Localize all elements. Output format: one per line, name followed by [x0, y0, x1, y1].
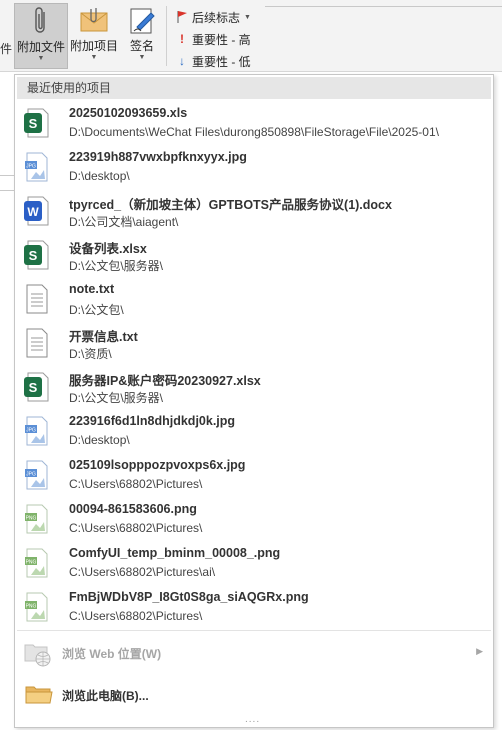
svg-text:PNG: PNG [26, 604, 37, 610]
attach-item-label: 附加项目 [69, 39, 118, 53]
recent-item-name: note.txt [69, 282, 115, 296]
svg-text:W: W [27, 205, 39, 219]
followup-button[interactable]: 后续标志 ▼ [172, 6, 251, 28]
recent-item-name: 20250102093659.xls [69, 106, 188, 120]
recent-item[interactable]: JPG 025109lsopppozpvoxps6x.jpg C:\Users\… [15, 453, 493, 497]
jpg-file-icon: JPG [23, 416, 49, 446]
recent-item-name: 服务器IP&账户密码20230927.xlsx [69, 374, 261, 388]
recent-items-menu: 最近使用的项目 S 20250102093659.xls D:\Document… [14, 74, 494, 728]
svg-text:S: S [29, 116, 38, 131]
recent-item-name: 223916f6d1ln8dhjdkdj0k.jpg [69, 414, 236, 428]
recent-item[interactable]: PNG ComfyUI_temp_bminm_00008_.png C:\Use… [15, 541, 493, 585]
recent-item-path: D:\desktop\ [69, 169, 130, 183]
recent-item[interactable]: S 服务器IP&账户密码20230927.xlsx D:\公文包\服务器\ [15, 365, 493, 409]
svg-text:PNG: PNG [26, 560, 37, 566]
recent-item[interactable]: JPG 223916f6d1ln8dhjdkdj0k.jpg D:\deskto… [15, 409, 493, 453]
importance-low-label: 重要性 - 低 [192, 54, 251, 69]
recent-item[interactable]: S 设备列表.xlsx D:\公文包\服务器\ [15, 233, 493, 277]
importance-low-button[interactable]: ↓ 重要性 - 低 [172, 50, 251, 72]
exclamation-icon: ! [180, 32, 184, 46]
paperclip-icon [31, 4, 51, 38]
recent-item-path: D:\公文包\服务器\ [69, 391, 164, 405]
recent-item-name: 设备列表.xlsx [69, 242, 147, 256]
word-file-icon: W [23, 196, 49, 226]
svg-text:JPG: JPG [26, 164, 36, 170]
attach-item-button[interactable]: 附加项目 ▼ [68, 3, 120, 69]
ribbon: 件 附加文件 ▼ 附加项目 ▼ 签名 ▼ 后续标志 ▼ ! 重要性 - 高 ↓ … [0, 0, 502, 72]
text-file-icon [23, 328, 49, 358]
down-arrow-icon: ↓ [179, 54, 185, 68]
jpg-file-icon: JPG [23, 152, 49, 182]
svg-text:JPG: JPG [26, 472, 36, 478]
chevron-down-icon: ▼ [90, 54, 98, 61]
excel-file-icon: S [23, 108, 49, 138]
text-file-icon [23, 284, 49, 314]
flag-icon [172, 10, 192, 24]
svg-text:PNG: PNG [26, 516, 37, 522]
signature-pen-icon [127, 3, 157, 37]
excel-file-icon: S [23, 372, 49, 402]
recent-item-path: C:\Users\68802\Pictures\ [69, 477, 203, 491]
excel-file-icon: S [23, 240, 49, 270]
recent-item-name: 开票信息.txt [69, 330, 138, 344]
recent-items-list: S 20250102093659.xls D:\Documents\WeChat… [15, 101, 493, 629]
recent-item-path: D:\资质\ [69, 347, 112, 361]
recent-item-name: tpyrced_（新加坡主体）GPTBOTS产品服务协议(1).docx [69, 198, 392, 212]
jpg-file-icon: JPG [23, 460, 49, 490]
recent-item-name: FmBjWDbV8P_I8Gt0S8ga_siAQGRx.png [69, 590, 309, 604]
recent-item-path: C:\Users\68802\Pictures\ai\ [69, 565, 216, 579]
divider [0, 175, 14, 176]
recent-item-path: D:\Documents\WeChat Files\durong850898\F… [69, 125, 439, 139]
browse-this-pc-label: 浏览此电脑(B)... [62, 689, 149, 703]
importance-high-button[interactable]: ! 重要性 - 高 [172, 28, 251, 50]
web-folder-icon [23, 639, 55, 667]
recent-item[interactable]: PNG 00094-861583606.png C:\Users\68802\P… [15, 497, 493, 541]
divider [265, 6, 502, 7]
attach-file-button[interactable]: 附加文件 ▼ [14, 3, 68, 69]
browse-this-pc-item[interactable]: 浏览此电脑(B)... [15, 675, 493, 715]
recent-item-path: D:\desktop\ [69, 433, 130, 447]
folder-icon [23, 681, 55, 709]
divider [17, 630, 491, 631]
chevron-down-icon: ▼ [244, 13, 251, 21]
recent-item-path: D:\公司文档\aiagent\ [69, 215, 179, 229]
recent-item[interactable]: W tpyrced_（新加坡主体）GPTBOTS产品服务协议(1).docx D… [15, 189, 493, 233]
signature-button[interactable]: 签名 ▼ [124, 3, 160, 69]
recent-item[interactable]: note.txt D:\公文包\ [15, 277, 493, 321]
recent-item-name: 025109lsopppozpvoxps6x.jpg [69, 458, 246, 472]
recent-item-name: ComfyUI_temp_bminm_00008_.png [69, 546, 281, 560]
followup-label: 后续标志 [192, 10, 241, 25]
chevron-down-icon: ▼ [37, 55, 45, 62]
menu-header: 最近使用的项目 [17, 77, 491, 99]
browse-web-location-item[interactable]: 浏览 Web 位置(W) ▶ [15, 633, 493, 673]
recent-item-path: D:\公文包\服务器\ [69, 259, 164, 273]
png-file-icon: PNG [23, 592, 49, 622]
divider [0, 190, 14, 191]
svg-text:JPG: JPG [26, 428, 36, 434]
ribbon-cut-label: 件 [0, 42, 13, 56]
recent-item[interactable]: 开票信息.txt D:\资质\ [15, 321, 493, 365]
chevron-down-icon: ▼ [138, 54, 146, 61]
signature-label: 签名 [129, 39, 154, 53]
tags-group: 后续标志 ▼ ! 重要性 - 高 ↓ 重要性 - 低 [172, 6, 251, 72]
recent-item-name: 223919h887vwxbpfknxyyx.jpg [69, 150, 247, 164]
chevron-right-icon: ▶ [476, 646, 483, 656]
recent-item-name: 00094-861583606.png [69, 502, 197, 516]
png-file-icon: PNG [23, 548, 49, 578]
attach-file-label: 附加文件 [16, 40, 65, 54]
recent-item[interactable]: PNG FmBjWDbV8P_I8Gt0S8ga_siAQGRx.png C:\… [15, 585, 493, 629]
ribbon-separator [166, 6, 167, 66]
recent-item-path: C:\Users\68802\Pictures\ [69, 521, 203, 535]
browse-web-location-label: 浏览 Web 位置(W) [62, 647, 162, 661]
recent-item[interactable]: JPG 223919h887vwxbpfknxyyx.jpg D:\deskto… [15, 145, 493, 189]
envelope-attach-icon [79, 3, 109, 37]
recent-item-path: D:\公文包\ [69, 303, 124, 317]
importance-high-label: 重要性 - 高 [192, 32, 251, 47]
svg-text:S: S [29, 248, 38, 263]
recent-item[interactable]: S 20250102093659.xls D:\Documents\WeChat… [15, 101, 493, 145]
recent-item-path: C:\Users\68802\Pictures\ [69, 609, 203, 623]
resize-grip[interactable]: .... [245, 714, 260, 725]
png-file-icon: PNG [23, 504, 49, 534]
svg-text:S: S [29, 380, 38, 395]
